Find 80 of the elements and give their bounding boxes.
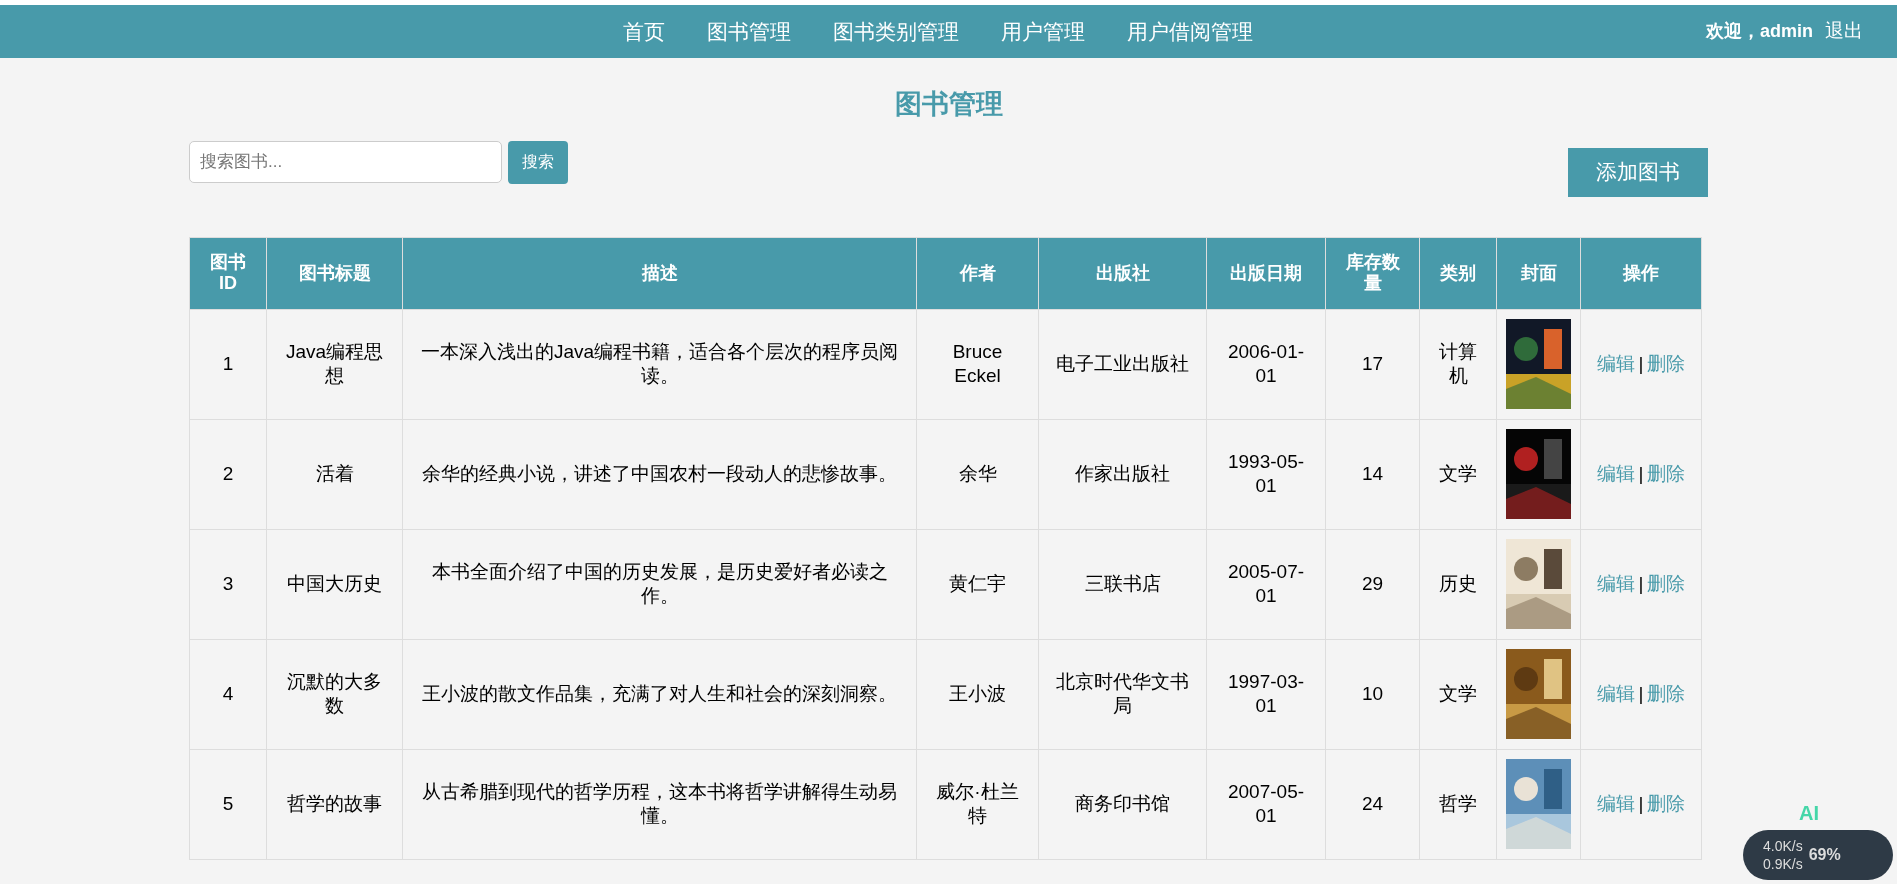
column-header: 描述 <box>402 237 917 309</box>
author-cell: 王小波 <box>916 639 1039 749</box>
publisher-cell: 北京时代华文书局 <box>1038 639 1207 749</box>
edit-link[interactable]: 编辑 <box>1596 352 1635 374</box>
column-header: 库存数量 <box>1325 237 1420 309</box>
author-cell: Bruce Eckel <box>916 309 1039 419</box>
category-cell: 历史 <box>1419 529 1497 639</box>
delete-link[interactable]: 删除 <box>1647 682 1686 704</box>
publisher-cell: 商务印书馆 <box>1038 749 1207 859</box>
usage-percent: 69% <box>1808 845 1841 865</box>
edit-link[interactable]: 编辑 <box>1596 792 1635 814</box>
add-book-button[interactable]: 添加图书 <box>1568 147 1708 197</box>
title-cell: 活着 <box>266 419 403 529</box>
edit-link[interactable]: 编辑 <box>1596 572 1635 594</box>
title-cell: 哲学的故事 <box>266 749 403 859</box>
column-header: 出版日期 <box>1206 237 1326 309</box>
description-cell: 从古希腊到现代的哲学历程，这本书将哲学讲解得生动易懂。 <box>402 749 917 859</box>
separator: | <box>1638 352 1644 374</box>
description-cell: 一本深入浅出的Java编程书籍，适合各个层次的程序员阅读。 <box>402 309 917 419</box>
separator: | <box>1638 682 1644 704</box>
description-cell: 余华的经典小说，讲述了中国农村一段动人的悲惨故事。 <box>402 419 917 529</box>
date-cell: 1993-05-01 <box>1206 419 1326 529</box>
column-header: 作者 <box>916 237 1039 309</box>
column-header: 出版社 <box>1038 237 1207 309</box>
date-cell: 2005-07-01 <box>1206 529 1326 639</box>
ai-label: AI <box>1799 801 1819 826</box>
publisher-cell: 作家出版社 <box>1038 419 1207 529</box>
date-cell: 2007-05-01 <box>1206 749 1326 859</box>
stock-cell: 14 <box>1325 419 1420 529</box>
category-cell: 计算机 <box>1419 309 1497 419</box>
title-cell: 沉默的大多数 <box>266 639 403 749</box>
title-cell: Java编程思想 <box>266 309 403 419</box>
welcome-text: 欢迎，admin <box>1706 20 1813 43</box>
date-cell: 1997-03-01 <box>1206 639 1326 749</box>
delete-link[interactable]: 删除 <box>1647 352 1686 374</box>
nav-link[interactable]: 用户管理 <box>1000 15 1085 48</box>
separator: | <box>1638 792 1644 814</box>
id-cell: 1 <box>189 309 267 419</box>
stock-cell: 24 <box>1325 749 1420 859</box>
stock-cell: 29 <box>1325 529 1420 639</box>
column-header: 图书ID <box>189 237 267 309</box>
logout-link[interactable]: 退出 <box>1825 17 1863 46</box>
publisher-cell: 三联书店 <box>1038 529 1207 639</box>
id-cell: 3 <box>189 529 267 639</box>
category-cell: 文学 <box>1419 419 1497 529</box>
column-header: 封面 <box>1496 237 1581 309</box>
stock-cell: 10 <box>1325 639 1420 749</box>
title-cell: 中国大历史 <box>266 529 403 639</box>
search-button[interactable]: 搜索 <box>508 140 568 184</box>
download-speed: 0.9K/s <box>1763 855 1803 873</box>
delete-link[interactable]: 删除 <box>1647 792 1686 814</box>
category-cell: 哲学 <box>1419 749 1497 859</box>
description-cell: 本书全面介绍了中国的历史发展，是历史爱好者必读之作。 <box>402 529 917 639</box>
author-cell: 威尔·杜兰特 <box>916 749 1039 859</box>
category-cell: 文学 <box>1419 639 1497 749</box>
separator: | <box>1638 462 1644 484</box>
nav-link[interactable]: 用户借阅管理 <box>1126 15 1253 48</box>
column-header: 类别 <box>1419 237 1497 309</box>
edit-link[interactable]: 编辑 <box>1596 462 1635 484</box>
delete-link[interactable]: 删除 <box>1647 462 1686 484</box>
author-cell: 余华 <box>916 419 1039 529</box>
nav-link[interactable]: 首页 <box>622 15 665 48</box>
publisher-cell: 电子工业出版社 <box>1038 309 1207 419</box>
edit-link[interactable]: 编辑 <box>1596 682 1635 704</box>
id-cell: 4 <box>189 639 267 749</box>
date-cell: 2006-01-01 <box>1206 309 1326 419</box>
page-title: 图书管理 <box>894 88 1003 121</box>
nav-link[interactable]: 图书类别管理 <box>832 15 959 48</box>
separator: | <box>1638 572 1644 594</box>
column-header: 操作 <box>1580 237 1702 309</box>
search-field[interactable]: 搜索图书... <box>189 141 502 183</box>
delete-link[interactable]: 删除 <box>1647 572 1686 594</box>
column-header: 图书标题 <box>266 237 403 309</box>
upload-speed: 4.0K/s <box>1763 837 1803 855</box>
id-cell: 2 <box>189 419 267 529</box>
description-cell: 王小波的散文作品集，充满了对人生和社会的深刻洞察。 <box>402 639 917 749</box>
author-cell: 黄仁宇 <box>916 529 1039 639</box>
id-cell: 5 <box>189 749 267 859</box>
nav-link[interactable]: 图书管理 <box>706 15 791 48</box>
stock-cell: 17 <box>1325 309 1420 419</box>
